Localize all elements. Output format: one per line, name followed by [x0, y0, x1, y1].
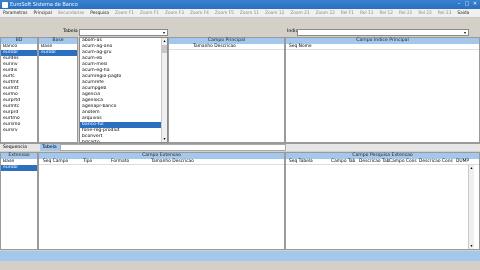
tabela-combo[interactable]: ▾ [79, 29, 168, 36]
menu-item-5[interactable]: Zoom F1 [137, 11, 162, 16]
scroll-thumb[interactable] [162, 45, 167, 53]
menu-item-18[interactable]: Rel 23 [435, 11, 454, 16]
campo_pesquisa-col-2[interactable]: Descricao Tab [359, 159, 389, 165]
app-icon [2, 1, 8, 8]
campo_extensao-col-0[interactable]: Seq Campo [43, 159, 68, 165]
minimize-button[interactable]: – [456, 1, 462, 7]
maximize-button[interactable]: □ [464, 1, 470, 7]
col-tamanho-descricao[interactable]: Tamanho Descricao [193, 44, 236, 50]
scroll-up-icon[interactable]: ▴ [162, 38, 167, 44]
sequencia-bar: Sequencia Tabela [0, 143, 480, 151]
menu-item-8[interactable]: Zoom F5 [212, 11, 237, 16]
pesquisa-scrollbar[interactable]: ▴ ▾ [468, 165, 474, 249]
close-button[interactable]: ✕ [472, 1, 478, 7]
chevron-down-icon[interactable]: ▾ [462, 30, 468, 35]
col-seq-nome[interactable]: Seq Nome [289, 44, 312, 50]
menu-item-19[interactable]: Saida [454, 11, 472, 16]
scroll-down-icon[interactable]: ▾ [469, 243, 474, 249]
menu-item-12[interactable]: Zoom 22 [313, 11, 338, 16]
campo_pesquisa-col-1[interactable]: Campo Tab [331, 159, 355, 165]
menu-item-9[interactable]: Zoom 11 [237, 11, 262, 16]
campo-pesquisa-panel: Campo Pesquisa Extensao Seq Tabela Campo … [285, 152, 480, 250]
campo_pesquisa-col-3[interactable]: Campo Cons [389, 159, 417, 165]
tabela-label: Tabela [63, 29, 78, 34]
tabela-dropdown-list[interactable]: abom-as acum-ag-ano acum-ag-gru acum-eb acum… [79, 37, 168, 143]
tabela-sequencia-field[interactable] [60, 144, 286, 151]
base-list[interactable]: Base eurobr [39, 44, 77, 142]
campo-extensao-panel: Campo Extensao Seq Campo Tipo Formato Taman… [38, 152, 285, 250]
extensao-list[interactable]: Base eurobr [1, 159, 37, 249]
sequencia-label: Sequencia [3, 145, 27, 150]
menu-item-17[interactable]: Rel 22 [415, 11, 434, 16]
dropdown-scrollbar[interactable]: ▴ ▾ [161, 38, 167, 142]
menu-item-11[interactable]: Zoom 21 [287, 11, 312, 16]
menu-item-0[interactable]: Parametros [0, 11, 31, 16]
extensao-panel: Extensao Base eurobr [0, 152, 38, 250]
campo_pesquisa-col-4[interactable]: Descricao Cons [419, 159, 453, 165]
campo_extensao-col-3[interactable]: Tamanho Descricao [151, 159, 194, 165]
menu-item-13[interactable]: Rel F1 [338, 11, 357, 16]
base-list-item[interactable]: eurobr [39, 50, 77, 56]
menu-item-2[interactable]: Secundarias [55, 11, 87, 16]
campo-indice-panel: Campo Indice Principal Seq Nome [285, 37, 480, 143]
tabela-tab[interactable]: Tabela [40, 144, 60, 151]
campo-principal-panel: Campo Principal Tamanho Descricao [168, 37, 285, 143]
menu-item-16[interactable]: Rel 21 [396, 11, 415, 16]
bd-panel: BD Banco eurobr eurdes eurinv eurdis eurfc eur… [0, 37, 38, 143]
campo-pesquisa-columns: Seq Tabela Campo Tab Descricao Tab Campo Co… [286, 159, 479, 165]
window-title: EuroSoft Sistema de Banco [10, 1, 78, 8]
indice-combo[interactable]: ▾ [297, 29, 469, 36]
menu-item-6[interactable]: Zoom F3 [162, 11, 187, 16]
campo-extensao-columns: Seq Campo Tipo Formato Tamanho Descricao [39, 159, 284, 165]
bd-list-item[interactable]: eursrv [1, 128, 37, 134]
scroll-down-icon[interactable]: ▾ [162, 136, 167, 142]
scroll-up-icon[interactable]: ▴ [469, 165, 474, 171]
menu-item-7[interactable]: Zoom F4 [187, 11, 212, 16]
status-bar [0, 251, 480, 270]
menu-item-3[interactable]: Pesquisa [87, 11, 112, 16]
status-strip [0, 251, 480, 261]
base-panel: Base Base eurobr [38, 37, 78, 143]
campo_extensao-col-2[interactable]: Formato [111, 159, 129, 165]
chevron-down-icon[interactable]: ▾ [161, 30, 167, 35]
bd-list[interactable]: Banco eurobr eurdes eurinv eurdis eurfc eurtmt… [1, 44, 37, 142]
menu-item-15[interactable]: Rel 12 [376, 11, 395, 16]
menu-item-14[interactable]: Rel 11 [357, 11, 376, 16]
menu-item-4[interactable]: Zoom F1 [112, 11, 137, 16]
extensao-list-item[interactable]: eurobr [1, 165, 37, 171]
title-bar: EuroSoft Sistema de Banco – □ ✕ [0, 0, 480, 9]
campo_pesquisa-col-0[interactable]: Seq Tabela [289, 159, 313, 165]
menu-item-10[interactable]: Zoom 12 [262, 11, 287, 16]
menu-item-1[interactable]: Principal [31, 11, 55, 16]
campo_extensao-col-1[interactable]: Tipo [83, 159, 92, 165]
menu-bar: Parametros Principal Secundarias Pesquisa Zo… [0, 9, 480, 18]
